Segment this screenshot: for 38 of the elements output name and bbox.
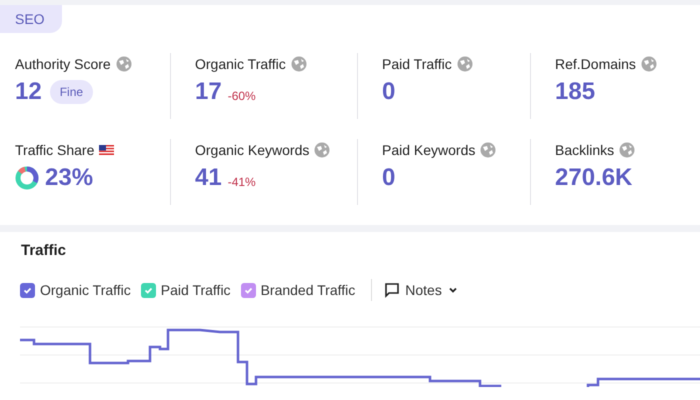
change-percent: -41% xyxy=(228,175,256,189)
speech-bubble-icon xyxy=(384,282,400,298)
metric-label: Ref.Domains xyxy=(555,56,636,72)
globe-icon xyxy=(290,56,307,72)
metric-label: Paid Traffic xyxy=(382,56,452,72)
notes-button[interactable]: Notes xyxy=(384,282,459,298)
metric-label: Organic Keywords xyxy=(195,142,310,158)
metric-label: Traffic Share xyxy=(15,142,94,158)
seo-tab[interactable]: SEO xyxy=(0,5,62,33)
legend-label[interactable]: Branded Traffic xyxy=(260,282,356,298)
globe-icon xyxy=(640,56,657,72)
metric-label: Organic Traffic xyxy=(195,56,286,72)
metric-label: Authority Score xyxy=(15,56,111,72)
metric-value: 23% xyxy=(45,164,94,192)
metric-value: 41 xyxy=(195,164,222,192)
flag-icon xyxy=(99,145,114,155)
checkbox[interactable] xyxy=(240,282,256,298)
metric-value: 12 xyxy=(15,78,42,106)
metric-label: Paid Keywords xyxy=(382,142,476,158)
metric-value: 17 xyxy=(195,78,222,106)
fine-badge: Fine xyxy=(50,80,94,104)
metric-value: 270.6K xyxy=(555,164,632,192)
globe-icon xyxy=(314,142,330,158)
metric-value: 185 xyxy=(555,78,596,106)
legend-label[interactable]: Organic Traffic xyxy=(40,282,131,298)
checkbox[interactable] xyxy=(20,282,35,298)
legend-label[interactable]: Paid Traffic xyxy=(160,282,231,298)
globe-icon xyxy=(116,56,132,72)
donut-icon xyxy=(15,166,39,190)
metric-value: 0 xyxy=(382,78,396,106)
globe-icon xyxy=(619,142,636,158)
metric-label: Backlinks xyxy=(555,142,614,158)
checkbox[interactable] xyxy=(140,282,156,298)
metric-value: 0 xyxy=(382,164,396,192)
globe-icon xyxy=(456,56,473,72)
globe-icon xyxy=(480,142,496,158)
change-percent: -60% xyxy=(228,89,256,103)
traffic-title: Traffic xyxy=(20,241,68,261)
